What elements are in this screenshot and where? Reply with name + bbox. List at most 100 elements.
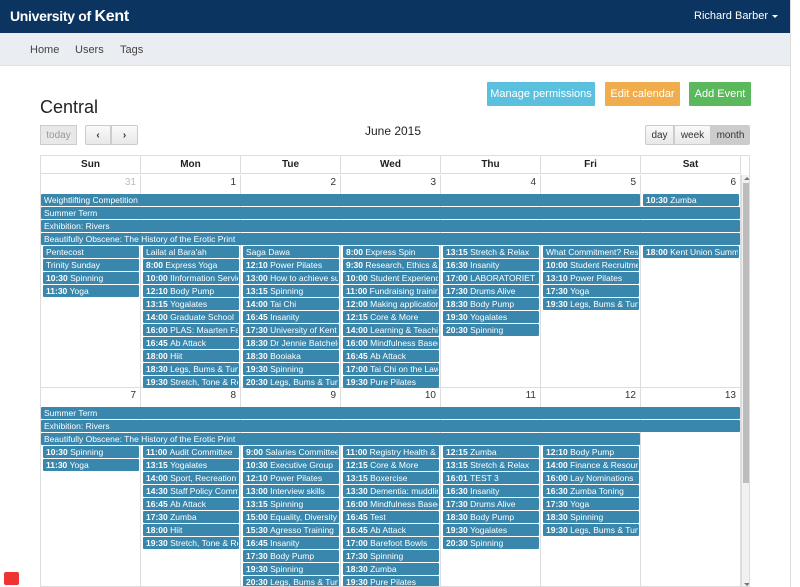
day-number[interactable]: 10 (425, 390, 436, 401)
prev-month-button[interactable]: ‹ (85, 125, 111, 145)
day-number[interactable]: 3 (430, 177, 436, 188)
calendar-event[interactable]: 11:00 Audit Committee (143, 446, 239, 458)
calendar-event[interactable]: 17:30 Yoga (543, 285, 639, 297)
calendar-event[interactable]: 16:45 Ab Attack (343, 350, 439, 362)
calendar-event[interactable]: 16:00 PLAS: Maarten Fa (143, 324, 239, 336)
calendar-event[interactable]: Summer Term (41, 407, 740, 419)
day-number[interactable]: 2 (330, 177, 336, 188)
calendar-event[interactable]: 17:00 Tai Chi on the Lawn (343, 363, 439, 375)
calendar-event[interactable]: Saga Dawa (243, 246, 339, 258)
calendar-event[interactable]: 17:30 Body Pump (243, 550, 339, 562)
calendar-event[interactable]: 18:30 Zumba (343, 563, 439, 575)
scrollbar-thumb[interactable] (743, 183, 749, 483)
calendar-event[interactable]: 12:15 Zumba (443, 446, 539, 458)
view-week-button[interactable]: week (674, 125, 711, 145)
calendar-event[interactable]: 20:30 Legs, Bums & Tums (243, 376, 339, 388)
calendar-event[interactable]: 16:45 Insanity (243, 311, 339, 323)
calendar-event[interactable]: 14:00 Tai Chi (243, 298, 339, 310)
calendar-event[interactable]: 19:30 Pure Pilates (343, 376, 439, 388)
calendar-event[interactable]: 16:00 Mindfulness Based (343, 498, 439, 510)
day-number[interactable]: 31 (125, 177, 136, 188)
edit-calendar-button[interactable]: Edit calendar (605, 82, 680, 106)
calendar-event[interactable]: 19:30 Stretch, Tone & Relax (143, 376, 239, 388)
calendar-event[interactable]: 16:45 Ab Attack (143, 498, 239, 510)
calendar-event[interactable]: 16:00 Mindfulness Based (343, 337, 439, 349)
view-day-button[interactable]: day (645, 125, 674, 145)
calendar-scrollbar[interactable] (741, 175, 749, 586)
calendar-event[interactable]: 13:15 Yogalates (143, 298, 239, 310)
day-number[interactable]: 11 (526, 390, 536, 401)
calendar-event[interactable]: 16:30 Insanity (443, 485, 539, 497)
calendar-event[interactable]: Beautifully Obscene: The History of the … (41, 233, 740, 245)
calendar-event[interactable]: 9:30 Research, Ethics & (343, 259, 439, 271)
day-number[interactable]: 1 (230, 177, 236, 188)
scroll-up-icon[interactable] (744, 177, 749, 180)
calendar-event[interactable]: 19:30 Spinning (243, 363, 339, 375)
calendar-event[interactable]: 13:15 Spinning (243, 285, 339, 297)
calendar-event[interactable]: Exhibition: Rivers (41, 420, 740, 432)
calendar-event[interactable]: What Commitment? Research (543, 246, 639, 258)
calendar-event[interactable]: 17:30 Zumba (143, 511, 239, 523)
day-number[interactable]: 4 (530, 177, 536, 188)
calendar-event[interactable]: 8:00 Express Yoga (143, 259, 239, 271)
calendar-event[interactable]: Trinity Sunday (43, 259, 139, 271)
calendar-event[interactable]: 19:30 Legs, Bums & Tums (543, 298, 639, 310)
calendar-event[interactable]: 12:15 Core & More (343, 459, 439, 471)
calendar-event[interactable]: 10:00 IInformation Services (143, 272, 239, 284)
calendar-event[interactable]: 11:00 Registry Health & (343, 446, 439, 458)
calendar-event[interactable]: 12:15 Core & More (343, 311, 439, 323)
calendar-event[interactable]: 16:01 TEST 3 (443, 472, 539, 484)
calendar-event[interactable]: 13:15 Boxercise (343, 472, 439, 484)
calendar-event[interactable]: 15:30 Agresso Training (243, 524, 339, 536)
nav-home[interactable]: Home (30, 44, 59, 56)
calendar-event[interactable]: 13:15 Spinning (243, 498, 339, 510)
calendar-event[interactable]: 13:15 Yogalates (143, 459, 239, 471)
calendar-event[interactable]: 18:00 Hiit (143, 524, 239, 536)
day-number[interactable]: 8 (230, 390, 236, 401)
calendar-event[interactable]: Beautifully Obscene: The History of the … (41, 433, 640, 445)
calendar-event[interactable]: 12:10 Power Pilates (243, 472, 339, 484)
calendar-event[interactable]: 14:00 Sport, Recreation (143, 472, 239, 484)
calendar-event[interactable]: 18:30 Legs, Bums & Tums (143, 363, 239, 375)
nav-users[interactable]: Users (75, 44, 104, 56)
nav-tags[interactable]: Tags (120, 44, 143, 56)
calendar-event[interactable]: Exhibition: Rivers (41, 220, 740, 232)
day-number[interactable]: 9 (330, 390, 336, 401)
next-month-button[interactable]: › (111, 125, 138, 145)
calendar-event[interactable]: 18:30 Dr Jennie Batchelor (243, 337, 339, 349)
calendar-event[interactable]: Summer Term (41, 207, 740, 219)
calendar-event[interactable]: 16:00 Lay Nominations (543, 472, 639, 484)
calendar-event[interactable]: 19:30 Spinning (243, 563, 339, 575)
calendar-event[interactable]: 20:30 Spinning (443, 537, 539, 549)
view-month-button[interactable]: month (711, 125, 750, 145)
calendar-event[interactable]: 12:00 Making applications (343, 298, 439, 310)
calendar-event[interactable]: 13:10 Power Pilates (543, 272, 639, 284)
calendar-event[interactable]: 19:30 Legs, Bums & Tums (543, 524, 639, 536)
day-number[interactable]: 13 (725, 390, 736, 401)
calendar-event[interactable]: 18:30 Booiaka (243, 350, 339, 362)
calendar-event[interactable]: 10:30 Spinning (43, 272, 139, 284)
add-event-button[interactable]: Add Event (689, 82, 751, 106)
calendar-event[interactable]: 13:00 Interview skills (243, 485, 339, 497)
calendar-event[interactable]: 13:30 Dementia: muddling (343, 485, 439, 497)
calendar-event[interactable]: 8:00 Express Spin (343, 246, 439, 258)
day-number[interactable]: 6 (730, 177, 736, 188)
calendar-event[interactable]: 10:30 Zumba (643, 194, 739, 206)
calendar-event[interactable]: 14:00 Graduate School (143, 311, 239, 323)
calendar-event[interactable]: 19:30 Stretch, Tone & Relax (143, 537, 239, 549)
calendar-event[interactable]: 15:00 Equality, Diversity (243, 511, 339, 523)
calendar-event[interactable]: 9:00 Salaries Committee (243, 446, 339, 458)
calendar-event[interactable]: 19:30 Yogalates (443, 311, 539, 323)
scroll-down-icon[interactable] (744, 583, 749, 586)
calendar-event[interactable]: 17:30 Spinning (343, 550, 439, 562)
calendar-event[interactable]: 14:30 Staff Policy Committee (143, 485, 239, 497)
calendar-event[interactable]: 19:30 Yogalates (443, 524, 539, 536)
calendar-event[interactable]: 17:00 LABORATORIET (443, 272, 539, 284)
calendar-event[interactable]: 18:30 Spinning (543, 511, 639, 523)
calendar-event[interactable]: 17:30 University of Kent (243, 324, 339, 336)
today-button[interactable]: today (40, 125, 77, 145)
calendar-event[interactable]: 18:00 Kent Union Summer (643, 246, 739, 258)
calendar-event[interactable]: 13:15 Stretch & Relax (443, 459, 539, 471)
calendar-event[interactable]: 16:30 Zumba Toning (543, 485, 639, 497)
calendar-event[interactable]: 11:00 Fundraising training (343, 285, 439, 297)
